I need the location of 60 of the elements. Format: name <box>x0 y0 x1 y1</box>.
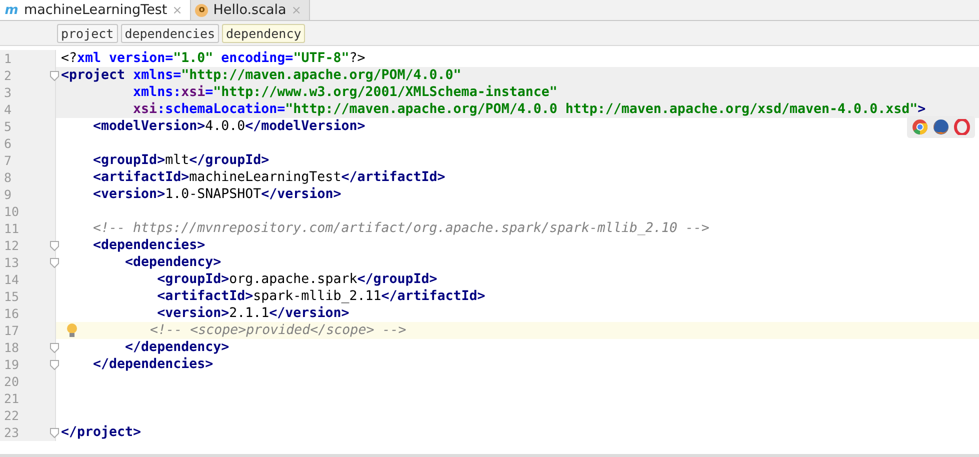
code-line: <dependencies> <box>92 238 206 253</box>
line-number: 14 <box>3 272 20 287</box>
line-number: 17 <box>3 323 20 338</box>
line-number: 8 <box>3 170 13 185</box>
file-tab[interactable]: m machineLearningTest × <box>0 0 192 20</box>
line-number: 21 <box>3 391 20 406</box>
code-line: <dependency> <box>124 255 222 270</box>
line-number: 19 <box>3 357 20 372</box>
line-number: 6 <box>3 136 13 151</box>
code-line: <!-- <scope>provided</scope> --> <box>149 323 406 338</box>
line-number: 18 <box>3 340 20 355</box>
code-line: <groupId>org.apache.spark</groupId> <box>156 272 438 287</box>
fold-icon[interactable] <box>50 258 59 268</box>
code-line: <?xml version="1.0" encoding="UTF-8"?> <box>60 51 366 66</box>
code-line: </project> <box>60 425 142 440</box>
line-number: 4 <box>3 102 13 117</box>
lightbulb-icon[interactable] <box>66 323 78 338</box>
line-number: 5 <box>3 119 13 134</box>
fold-icon[interactable] <box>50 360 59 370</box>
fold-icon[interactable] <box>50 342 59 352</box>
line-number: 1 <box>3 51 13 66</box>
tab-label: Hello.scala <box>213 2 286 18</box>
line-number: 12 <box>3 238 20 253</box>
line-number: 16 <box>3 306 20 321</box>
breadcrumb[interactable]: dependencies <box>120 24 219 42</box>
code-line: <version>1.0-SNAPSHOT</version> <box>92 187 342 202</box>
line-number: 20 <box>3 374 20 389</box>
tab-label: machineLearningTest <box>24 2 168 18</box>
file-tab[interactable]: o Hello.scala × <box>191 0 310 20</box>
code-line: <modelVersion>4.0.0</modelVersion> <box>92 119 366 134</box>
code-line: <artifactId>machineLearningTest</artifactId> <box>92 170 446 185</box>
code-line: <groupId>mlt</groupId> <box>92 153 270 168</box>
line-number: 9 <box>3 187 13 202</box>
code-line: </dependencies> <box>92 357 214 372</box>
code-line: <!-- https://mvnrepository.com/artifact/org.apache.spark/spark-mllib_2.10 --> <box>92 221 710 236</box>
line-number: 3 <box>3 85 13 100</box>
browser-icon[interactable] <box>912 119 928 135</box>
fold-icon[interactable] <box>50 240 59 250</box>
fold-icon[interactable] <box>50 70 59 80</box>
code-line: xmlns:xsi="http://www.w3.org/2001/XMLSchema-instance" <box>132 85 558 100</box>
breadcrumb[interactable]: dependency <box>222 24 306 42</box>
class-icon: o <box>195 4 208 16</box>
code-line: </dependency> <box>124 340 230 355</box>
browser-icon[interactable] <box>933 119 949 135</box>
browser-icon[interactable] <box>954 119 970 135</box>
line-number: 7 <box>3 153 13 168</box>
line-number: 10 <box>3 204 20 219</box>
code-line: <version>2.1.1</version> <box>156 306 350 321</box>
line-number: 13 <box>3 255 20 270</box>
module-icon: m <box>4 2 19 18</box>
code-line: <artifactId>spark-mllib_2.11</artifactId> <box>156 289 486 304</box>
line-number: 11 <box>3 221 20 236</box>
line-number: 23 <box>3 425 20 440</box>
code-line: xsi:schemaLocation="http://maven.apache.org/POM/4.0.0 http://maven.apache.org/xsd/maven-4.0.0.xsd"> <box>132 102 926 117</box>
code-line: <project xmlns="http://maven.apache.org/POM/4.0.0" <box>60 68 462 83</box>
line-number: 22 <box>3 408 20 423</box>
fold-icon[interactable] <box>50 428 59 438</box>
line-number: 15 <box>3 289 20 304</box>
line-number: 2 <box>3 68 13 83</box>
breadcrumb[interactable]: project <box>57 24 118 42</box>
